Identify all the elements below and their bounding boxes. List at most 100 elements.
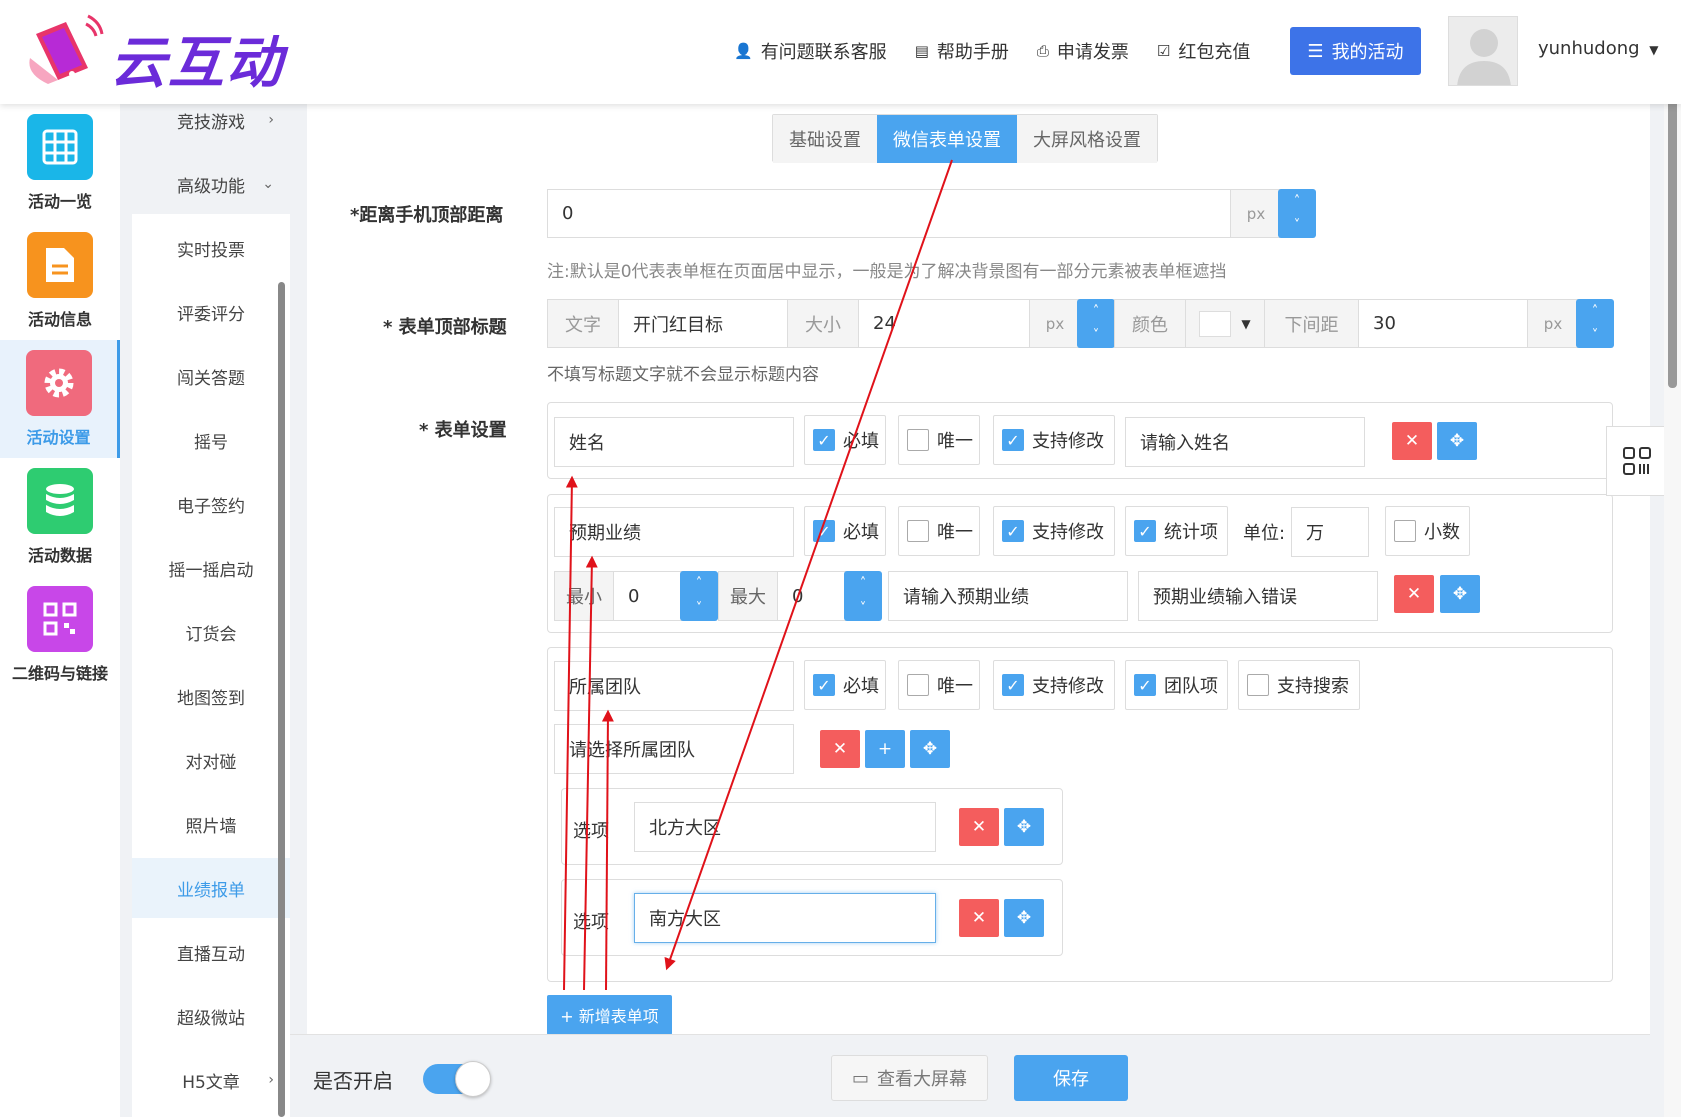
title-text-input[interactable]: 开门红目标 <box>618 299 788 348</box>
unit-input[interactable]: 万 <box>1291 507 1369 557</box>
monitor-icon: ▭ <box>851 1067 869 1089</box>
perf-placeholder-input[interactable]: 请输入预期业绩 <box>888 571 1128 621</box>
required-checkbox[interactable]: ✓ 必填 <box>804 415 886 465</box>
tab-basic-settings[interactable]: 基础设置 <box>773 115 877 163</box>
search-checkbox[interactable]: 支持搜索 <box>1238 660 1360 710</box>
bottom-gap-input[interactable]: 30 <box>1358 299 1528 348</box>
option-input-focused[interactable]: 南方大区 <box>634 893 936 943</box>
tab-screen-style[interactable]: 大屏风格设置 <box>1017 115 1157 163</box>
team-placeholder-input[interactable]: 请选择所属团队 <box>554 724 794 774</box>
nav-recharge[interactable]: ☑ 红包充值 <box>1157 38 1250 64</box>
book-icon: ▤ <box>914 42 929 60</box>
submenu-item[interactable]: 照片墙 <box>132 794 290 854</box>
editable-checkbox[interactable]: ✓ 支持修改 <box>993 506 1115 556</box>
text-addon: 文字 <box>547 299 619 348</box>
submenu-item[interactable]: 摇一摇启动 <box>132 538 290 598</box>
submenu-item[interactable]: 地图签到 <box>132 666 290 726</box>
perf-error-input[interactable]: 预期业绩输入错误 <box>1138 571 1378 621</box>
check-icon: ✓ <box>813 429 835 451</box>
drag-handle[interactable]: ✥ <box>1004 899 1044 937</box>
submenu-item[interactable]: 直播互动 <box>132 922 290 982</box>
avatar[interactable] <box>1448 16 1518 86</box>
decimal-checkbox[interactable]: 小数 <box>1385 506 1470 556</box>
name-placeholder-input[interactable]: 请输入姓名 <box>1125 417 1365 467</box>
delete-button[interactable]: ✕ <box>959 808 999 846</box>
unique-checkbox[interactable]: 唯一 <box>898 415 980 465</box>
bottom-gap-stepper[interactable]: ˄ ˅ <box>1576 299 1614 348</box>
title-size-input[interactable]: 24 <box>858 299 1030 348</box>
submenu-item[interactable]: 闯关答题 <box>132 346 290 406</box>
unique-checkbox[interactable]: 唯一 <box>898 506 980 556</box>
px-addon: px <box>1029 299 1081 348</box>
submenu-item[interactable]: 订货会 <box>132 602 290 662</box>
top-distance-stepper[interactable]: ˄ ˅ <box>1278 189 1316 238</box>
nav-invoice[interactable]: ⎙ 申请发票 <box>1037 38 1129 64</box>
top-distance-input[interactable]: 0 <box>547 189 1231 238</box>
rail-activity-data[interactable]: 活动数据 <box>0 458 120 576</box>
add-form-item-button[interactable]: + 新增表单项 <box>547 995 672 1035</box>
editable-checkbox[interactable]: ✓ 支持修改 <box>993 660 1115 710</box>
my-activity-button[interactable]: ☰ 我的活动 <box>1290 27 1421 75</box>
shield-check-icon: ☑ <box>1156 42 1171 60</box>
delete-button[interactable]: ✕ <box>959 899 999 937</box>
team-checkbox[interactable]: ✓ 团队项 <box>1125 660 1228 710</box>
drag-handle[interactable]: ✥ <box>1437 422 1477 460</box>
rail-label: 活动信息 <box>27 310 92 329</box>
username-dropdown[interactable]: yunhudong ▼ <box>1538 38 1659 59</box>
submenu-scrollbar[interactable] <box>278 282 285 1117</box>
qrcode-float-button[interactable] <box>1606 426 1668 496</box>
field-name-input[interactable]: 预期业绩 <box>554 507 794 557</box>
min-input[interactable]: 0 <box>613 571 683 621</box>
color-picker[interactable]: ▼ <box>1185 299 1265 348</box>
check-icon: ✓ <box>1134 674 1156 696</box>
submenu-advanced[interactable]: 高级功能 ⌄ <box>132 154 290 214</box>
drag-handle[interactable]: ✥ <box>1004 808 1044 846</box>
submenu-item[interactable]: 对对碰 <box>132 730 290 790</box>
drag-handle[interactable]: ✥ <box>1440 575 1480 613</box>
max-input[interactable]: 0 <box>777 571 847 621</box>
required-checkbox[interactable]: ✓ 必填 <box>804 660 886 710</box>
submenu-item[interactable]: 摇号 <box>132 410 290 470</box>
logo[interactable]: 云互动 <box>28 14 308 96</box>
check-icon: ✓ <box>1002 674 1024 696</box>
field-name-input[interactable]: 姓名 <box>554 417 794 467</box>
max-stepper[interactable]: ˄ ˅ <box>844 571 882 621</box>
rail-activity-settings[interactable]: 活动设置 <box>0 340 120 458</box>
required-checkbox[interactable]: ✓ 必填 <box>804 506 886 556</box>
enable-toggle[interactable] <box>423 1061 491 1097</box>
chevron-up-icon: ˄ <box>695 576 703 591</box>
submenu-item-active[interactable]: 业绩报单 <box>132 858 290 918</box>
close-icon: ✕ <box>1406 584 1422 604</box>
add-option-button[interactable]: + <box>865 730 905 768</box>
rail-activity-info[interactable]: 活动信息 <box>0 222 120 340</box>
title-hint: 不填写标题文字就不会显示标题内容 <box>547 365 819 385</box>
drag-handle[interactable]: ✥ <box>910 730 950 768</box>
page-scrollbar[interactable] <box>1664 0 1681 1117</box>
chevron-right-icon: › <box>268 1072 274 1088</box>
submenu-item[interactable]: 电子签约 <box>132 474 290 534</box>
rail-activity-list[interactable]: 活动一览 <box>0 104 120 222</box>
submenu-label: 订货会 <box>185 624 237 645</box>
editable-checkbox[interactable]: ✓ 支持修改 <box>993 415 1115 465</box>
nav-help-manual[interactable]: ▤ 帮助手册 <box>915 38 1009 64</box>
delete-button[interactable]: ✕ <box>1392 422 1432 460</box>
submenu-item[interactable]: 超级微站 <box>132 986 290 1046</box>
title-size-stepper[interactable]: ˄ ˅ <box>1077 299 1115 348</box>
option-input[interactable]: 北方大区 <box>634 802 936 852</box>
submenu-h5-article[interactable]: H5文章 › <box>132 1050 290 1110</box>
view-big-screen-button[interactable]: ▭ 查看大屏幕 <box>831 1055 988 1101</box>
save-button[interactable]: 保存 <box>1014 1055 1128 1101</box>
stat-checkbox[interactable]: ✓ 统计项 <box>1125 506 1228 556</box>
field-name-input[interactable]: 所属团队 <box>554 661 794 711</box>
nav-customer-service[interactable]: 👤 有问题联系客服 <box>734 38 887 64</box>
tab-wechat-form[interactable]: 微信表单设置 <box>877 115 1017 163</box>
rail-qrcode-link[interactable]: 二维码与链接 <box>0 576 120 694</box>
delete-button[interactable]: ✕ <box>1394 575 1434 613</box>
submenu-item[interactable]: 评委评分 <box>132 282 290 342</box>
submenu-item[interactable]: 实时投票 <box>132 218 290 278</box>
min-stepper[interactable]: ˄ ˅ <box>680 571 718 621</box>
delete-button[interactable]: ✕ <box>820 730 860 768</box>
top-header: 云互动 👤 有问题联系客服 ▤ 帮助手册 ⎙ 申请发票 ☑ 红包充值 ☰ 我的活… <box>0 0 1681 104</box>
unique-checkbox[interactable]: 唯一 <box>898 660 980 710</box>
empty-box-icon <box>1247 674 1269 696</box>
